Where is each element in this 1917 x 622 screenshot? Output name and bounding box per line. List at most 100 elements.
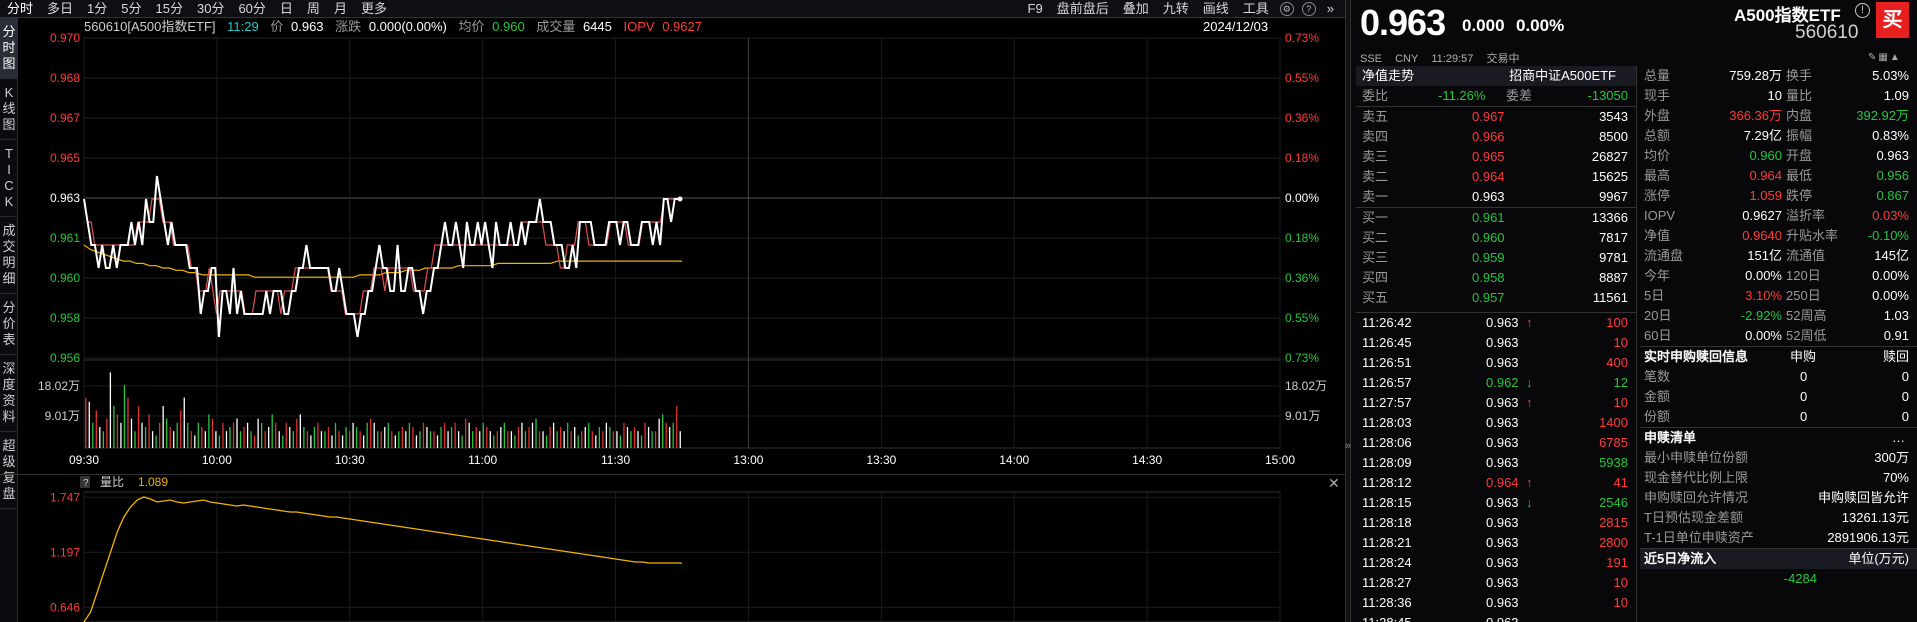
asks-row[interactable]: 卖一 0.963 9967 [1356, 187, 1636, 207]
stat-value: -0.10% [1867, 228, 1909, 243]
order-ratio-row: 委比 -11.26% 委差 -13050 [1356, 86, 1636, 106]
stat-label: 现手 [1644, 88, 1671, 103]
stat-label: 溢折率 [1786, 208, 1826, 223]
tick-volume: 5938 [1599, 455, 1628, 470]
bids-row[interactable]: 买四 0.958 8887 [1356, 268, 1636, 288]
stat-value: 1.03 [1883, 308, 1909, 323]
stat-value: 0.964 [1749, 168, 1782, 183]
y-axis-tick-left: 0.956 [50, 351, 80, 365]
tick-time: 11:28:15 [1362, 495, 1412, 510]
x-axis-tick: 14:00 [999, 453, 1029, 467]
stat-value: 0.91 [1883, 328, 1909, 343]
currency-label: CNY [1395, 53, 1419, 65]
tick-row[interactable]: 11:28:45 0.963 [1356, 613, 1636, 622]
tick-row[interactable]: 11:26:42 0.963 ↑ 100 [1356, 313, 1636, 333]
redeem-purchase: 0 [1800, 409, 1808, 424]
close-icon[interactable]: ✕ [1328, 475, 1340, 491]
bids-row[interactable]: 买一 0.961 13366 [1356, 208, 1636, 228]
tick-time: 11:28:03 [1362, 415, 1412, 430]
x-axis-tick: 09:30 [69, 453, 99, 467]
bids-row[interactable]: 买五 0.957 11561 [1356, 288, 1636, 308]
stat-value: 10 [1767, 88, 1782, 103]
bids-row[interactable]: 买三 0.959 9781 [1356, 248, 1636, 268]
stat-label: 20日 [1644, 308, 1672, 323]
tick-row[interactable]: 11:28:03 0.963 1400 [1356, 413, 1636, 433]
tick-row[interactable]: 11:28:15 0.963 ↓ 2546 [1356, 493, 1636, 513]
asks-volume: 3543 [1599, 109, 1628, 124]
tick-volume: 2800 [1599, 535, 1628, 550]
stat-value: 1.059 [1749, 188, 1782, 203]
subscription-label: T-1日单位申赎资产 [1644, 530, 1754, 545]
stat-row: 外盘 366.36万 内盘 392.92万 [1640, 106, 1917, 126]
ratio-value: 1.089 [138, 475, 168, 489]
bids-label: 买一 [1362, 210, 1389, 225]
order-book: 净值走势 招商中证A500ETF 委比 -11.26% 委差 -13050 卖五… [1356, 66, 1636, 622]
asks-row[interactable]: 卖二 0.964 15625 [1356, 167, 1636, 187]
panel-tools-icon[interactable]: ✎▦▲ [1868, 52, 1902, 63]
bids-label: 买二 [1362, 230, 1389, 245]
tick-time: 11:28:27 [1362, 575, 1412, 590]
tick-volume: 1400 [1599, 415, 1628, 430]
asks-row[interactable]: 卖五 0.967 3543 [1356, 107, 1636, 127]
y-axis-tick-left: 0.968 [50, 71, 80, 85]
buy-button[interactable]: 买 [1876, 2, 1909, 38]
asks-price: 0.965 [1472, 149, 1505, 164]
stat-label: 52周高 [1786, 308, 1827, 323]
tick-volume: 10 [1613, 575, 1628, 590]
y-axis-tick-left: 0.960 [50, 271, 80, 285]
y-axis-tick-left: 0.965 [50, 151, 80, 165]
stat-value: 0.960 [1749, 148, 1782, 163]
bids-volume: 11561 [1592, 290, 1628, 305]
ratio-tick: 1.747 [50, 490, 80, 504]
asks-row[interactable]: 卖三 0.965 26827 [1356, 147, 1636, 167]
stat-label: 升贴水率 [1786, 228, 1839, 243]
tick-row[interactable]: 11:26:51 0.963 400 [1356, 353, 1636, 373]
redeem-title: 实时申购赎回信息 [1644, 349, 1749, 364]
tick-time: 11:28:21 [1362, 535, 1412, 550]
subscription-row: 现金替代比例上限 70% [1640, 468, 1917, 488]
tick-row[interactable]: 11:27:57 0.963 ↑ 10 [1356, 393, 1636, 413]
tick-row[interactable]: 11:26:45 0.963 10 [1356, 333, 1636, 353]
tick-volume: 6785 [1599, 435, 1628, 450]
nav-trend-header[interactable]: 净值走势 招商中证A500ETF [1356, 66, 1636, 86]
bids-price: 0.961 [1472, 210, 1505, 225]
bids-price: 0.957 [1472, 290, 1505, 305]
tick-row[interactable]: 11:28:18 0.963 2815 [1356, 513, 1636, 533]
bids-price: 0.958 [1472, 270, 1505, 285]
ratio-label: 量比 [100, 475, 124, 489]
subscription-row: T日预估现金差额 13261.13元 [1640, 508, 1917, 528]
stat-row: IOPV 0.9627 溢折率 0.03% [1640, 206, 1917, 226]
tick-row[interactable]: 11:28:21 0.963 2800 [1356, 533, 1636, 553]
asks-volume: 26827 [1591, 149, 1628, 164]
tick-row[interactable]: 11:28:09 0.963 5938 [1356, 453, 1636, 473]
more-icon[interactable]: … [1892, 428, 1905, 448]
arrow-down-icon: ↓ [1526, 495, 1533, 510]
stat-row: 今年 0.00% 120日 0.00% [1640, 266, 1917, 286]
tick-row[interactable]: 11:28:06 0.963 6785 [1356, 433, 1636, 453]
asks-price: 0.964 [1472, 169, 1505, 184]
asks-label: 卖一 [1362, 189, 1389, 204]
stat-row: 流通盘 151亿 流通值 145亿 [1640, 246, 1917, 266]
subscription-list-header[interactable]: 申赎清单 … [1640, 428, 1917, 448]
info-icon[interactable]: ! [1855, 3, 1870, 18]
intraday-chart[interactable]: 0.970 0.73% 0.968 0.55% 0.967 0.36% 0.965 0.18%… [0, 0, 1345, 622]
y-axis-tick-left: 0.961 [50, 231, 80, 245]
inflow-row: -4284 [1640, 569, 1917, 589]
tick-volume: 2815 [1599, 515, 1628, 530]
stat-row: 均价 0.960 开盘 0.963 [1640, 146, 1917, 166]
tick-price: 0.962 [1486, 375, 1519, 390]
tick-row[interactable]: 11:28:27 0.963 10 [1356, 573, 1636, 593]
x-axis-tick: 11:00 [468, 453, 497, 467]
ratio-tick: 1.197 [50, 545, 80, 559]
tick-row[interactable]: 11:26:57 0.962 ↓ 12 [1356, 373, 1636, 393]
bids-row[interactable]: 买二 0.960 7817 [1356, 228, 1636, 248]
tick-time: 11:26:57 [1362, 375, 1412, 390]
asks-label: 卖四 [1362, 129, 1389, 144]
nav-fund-name: 招商中证A500ETF [1509, 68, 1616, 83]
asks-row[interactable]: 卖四 0.966 8500 [1356, 127, 1636, 147]
tick-row[interactable]: 11:28:12 0.964 ↑ 41 [1356, 473, 1636, 493]
tick-row[interactable]: 11:28:36 0.963 10 [1356, 593, 1636, 613]
last-price: 0.963 [1360, 2, 1446, 43]
stat-value: 0.9627 [1742, 208, 1782, 223]
tick-row[interactable]: 11:28:24 0.963 191 [1356, 553, 1636, 573]
